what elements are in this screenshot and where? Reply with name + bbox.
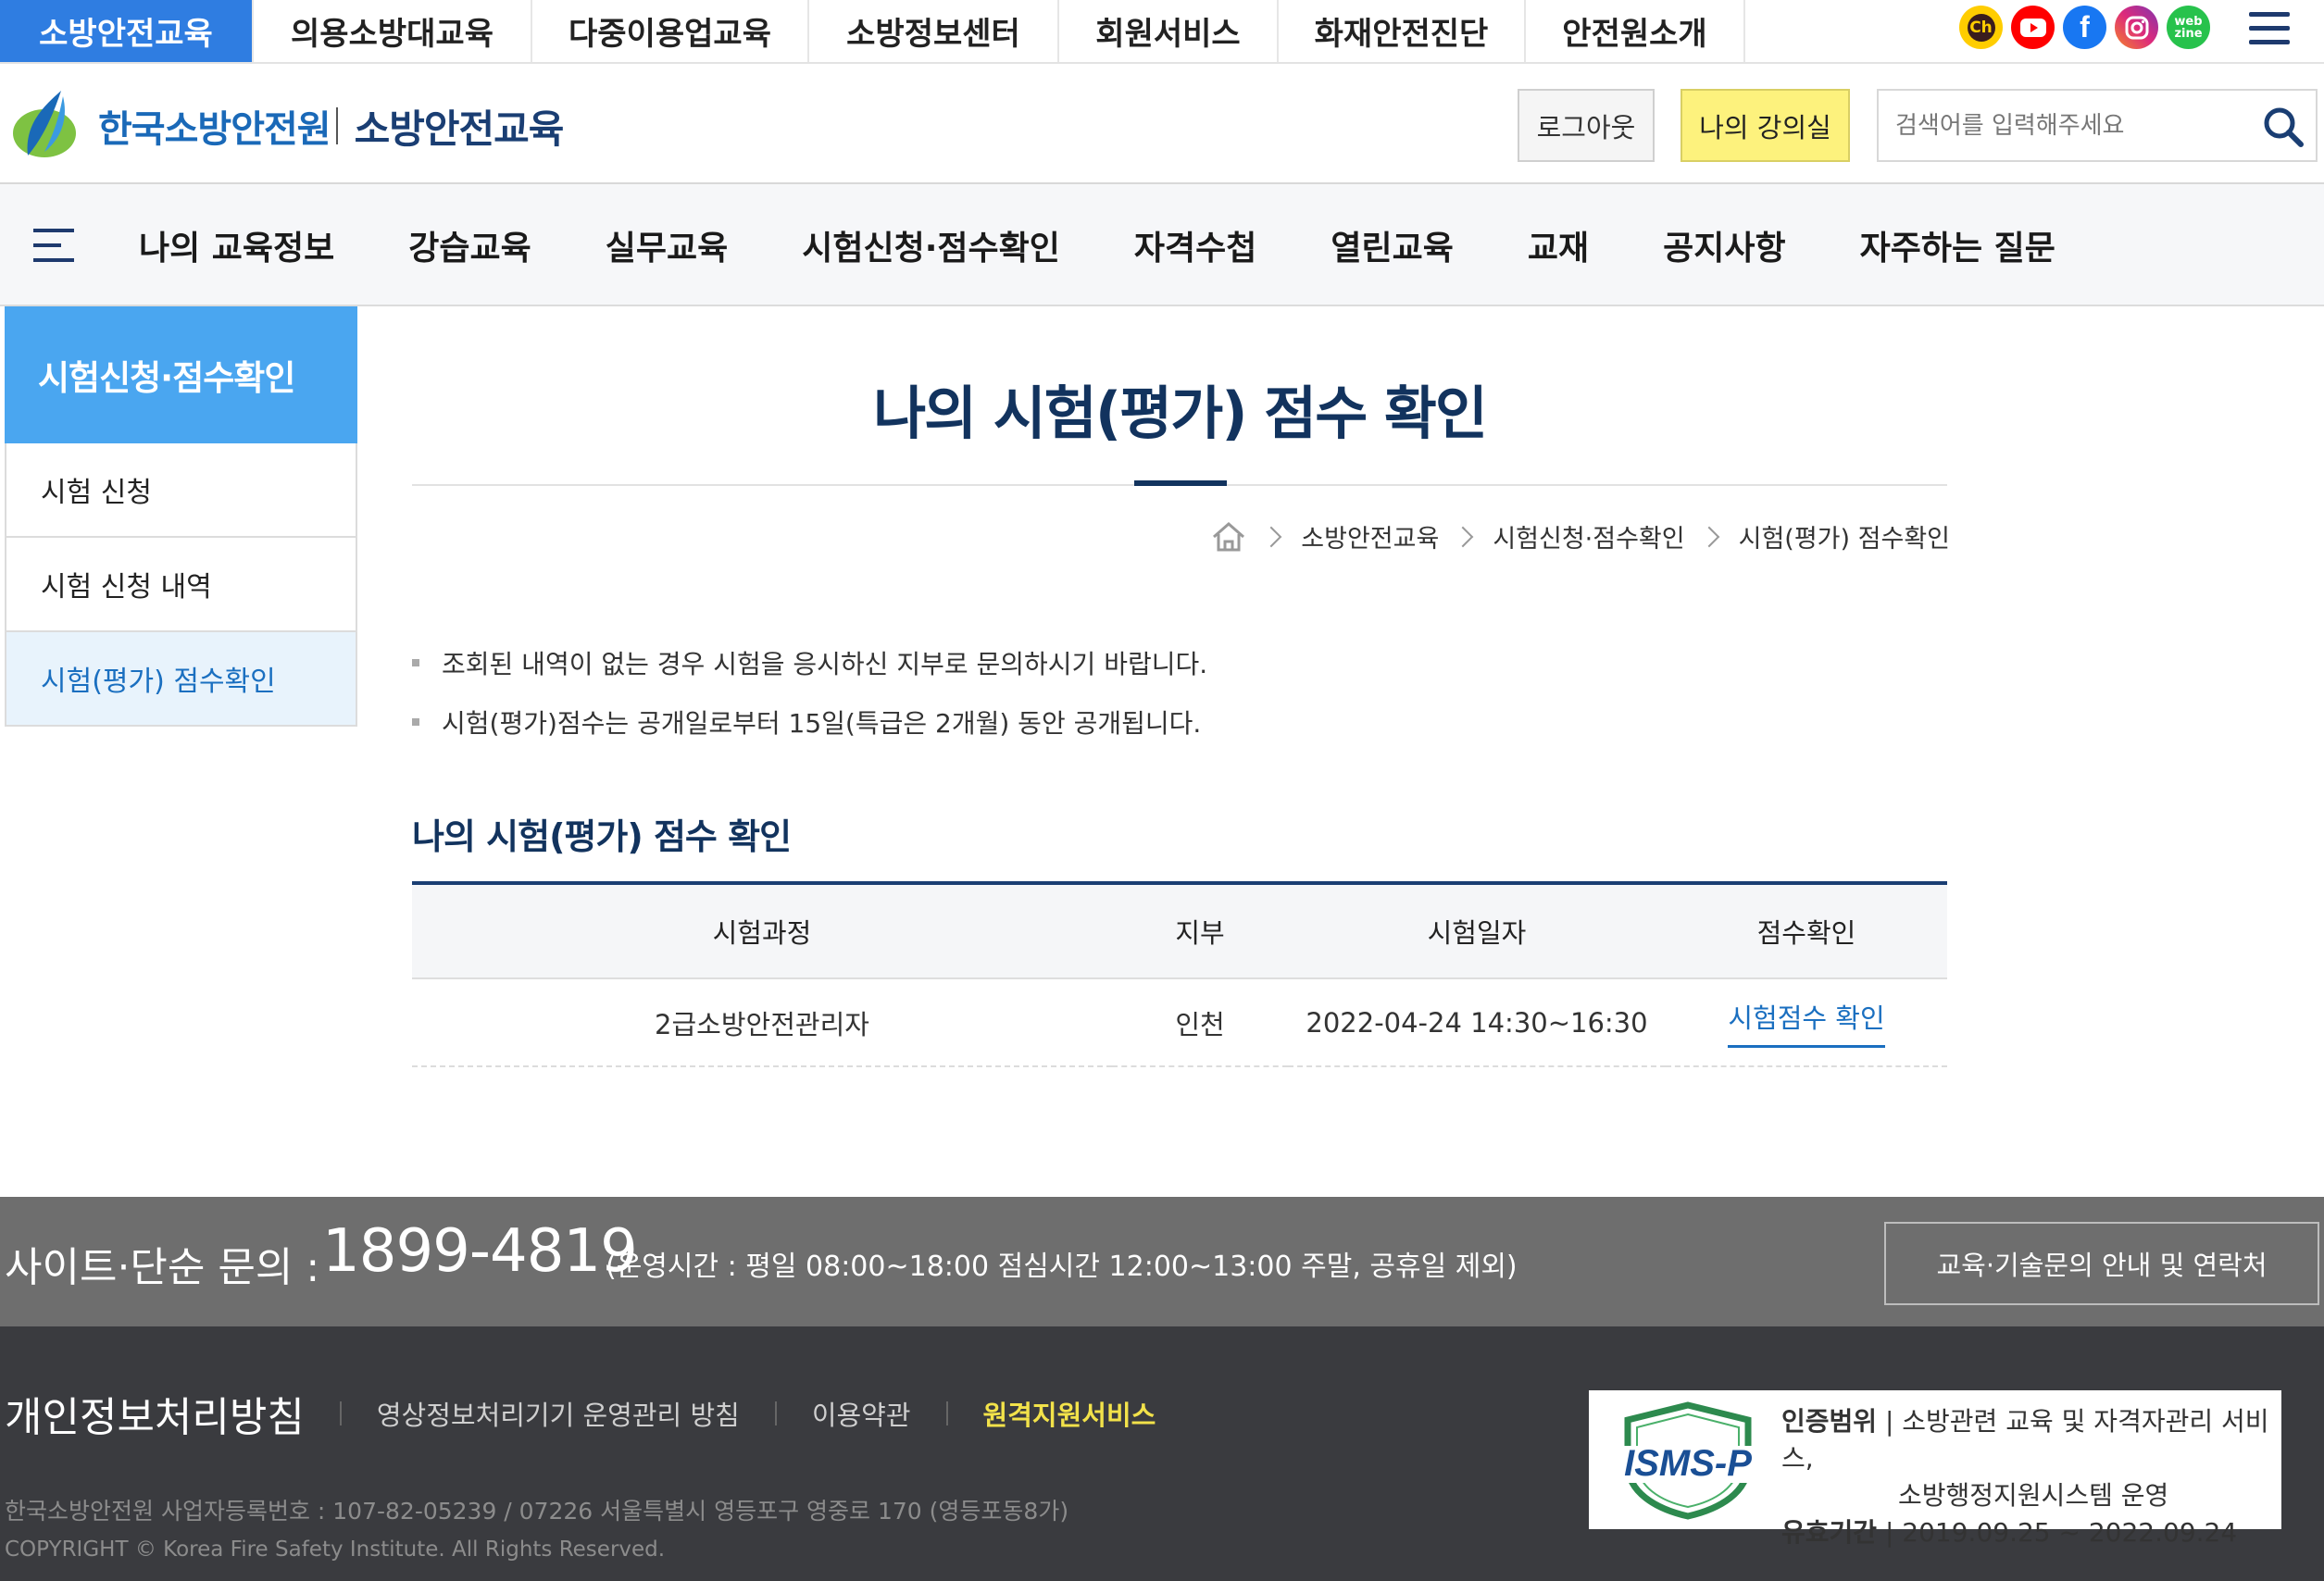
footer-link-divider <box>774 1401 777 1425</box>
bullet-icon <box>412 718 419 726</box>
breadcrumb-item[interactable]: 시험신청·점수확인 <box>1493 518 1684 554</box>
top-nav-multi-use-business-education[interactable]: 다중이용업교육 <box>532 0 809 62</box>
sidebar-item-exam-application-history[interactable]: 시험 신청 내역 <box>5 538 357 632</box>
isms-info: 인증범위 | 소방관련 교육 및 자격자관리 서비스, 소방행정지원시스템 운영… <box>1781 1406 2269 1548</box>
youtube-icon[interactable] <box>2011 6 2055 49</box>
gnb-qualification-book[interactable]: 자격수첩 <box>1134 221 1256 269</box>
gnb-open-education[interactable]: 열린교육 <box>1331 221 1453 269</box>
isms-period: 2019.09.25 ~ 2022.09.24 <box>1902 1517 2238 1548</box>
gnb-practical-course[interactable]: 실무교육 <box>606 221 728 269</box>
table-header-row: 시험과정 지부 시험일자 점수확인 <box>412 883 1947 978</box>
isms-certification: ISMS-P 인증범위 | 소방관련 교육 및 자격자관리 서비스, 소방행정지… <box>1589 1390 2281 1548</box>
chevron-right-icon <box>1698 526 1719 547</box>
logout-button[interactable]: 로그아웃 <box>1518 89 1655 162</box>
chevron-right-icon <box>1260 526 1282 547</box>
contact-hours: (운영시간 : 평일 08:00~18:00 점심시간 12:00~13:00 … <box>606 1251 1518 1283</box>
bullet-icon <box>412 659 419 666</box>
sidebar-item-exam-score[interactable]: 시험(평가) 점수확인 <box>5 632 357 727</box>
main-nav-items: 나의 교육정보 강습교육 실무교육 시험신청·점수확인 자격수첩 열린교육 교재… <box>139 184 2130 306</box>
cell-action: 시험점수 확인 <box>1666 978 1947 1066</box>
column-header-date: 시험일자 <box>1427 917 1527 949</box>
instagram-icon[interactable] <box>2115 6 2158 49</box>
footer-address: 한국소방안전원 사업자등록번호 : 107-82-05239 / 07226 서… <box>5 1498 1069 1525</box>
view-score-link[interactable]: 시험점수 확인 <box>1728 997 1885 1048</box>
gnb-training-course[interactable]: 강습교육 <box>408 221 531 269</box>
home-icon[interactable] <box>1210 521 1247 553</box>
kakao-channel-icon[interactable]: Ch <box>1959 6 2003 49</box>
footer-link-divider <box>339 1401 342 1425</box>
footer-link-remote-support[interactable]: 원격지원서비스 <box>983 1394 1156 1433</box>
footer-links: 개인정보처리방침 영상정보처리기기 운영관리 방침 이용약관 원격지원서비스 <box>5 1384 1156 1443</box>
table-row: 2급소방안전관리자 인천 2022-04-24 14:30~16:30 시험점수… <box>412 978 1947 1066</box>
breadcrumb-item[interactable]: 시험(평가) 점수확인 <box>1739 518 1950 554</box>
gnb-faq[interactable]: 자주하는 질문 <box>1860 221 2055 269</box>
footer-contact-bar: 사이트·단순 문의 : 1899-4819 (운영시간 : 평일 08:00~1… <box>0 1197 2324 1326</box>
sidebar-title: 시험신청·점수확인 <box>5 306 357 443</box>
breadcrumb-item[interactable]: 소방안전교육 <box>1301 518 1439 554</box>
cell-date: 2022-04-24 14:30~16:30 <box>1306 1006 1648 1039</box>
top-nav-fire-info-center[interactable]: 소방정보센터 <box>809 0 1059 62</box>
title-accent-bar <box>1134 480 1227 486</box>
notice-item: 조회된 내역이 없는 경우 시험을 응시하신 지부로 문의하시기 바랍니다. <box>412 644 1207 681</box>
contact-guide-button[interactable]: 교육·기술문의 안내 및 연락처 <box>1884 1222 2319 1305</box>
contact-label: 사이트·단순 문의 : <box>5 1244 320 1291</box>
footer-link-privacy-policy[interactable]: 개인정보처리방침 <box>5 1384 305 1443</box>
section-title: 나의 시험(평가) 점수 확인 <box>412 816 792 857</box>
sidebar-item-exam-application[interactable]: 시험 신청 <box>5 443 357 538</box>
facebook-icon[interactable]: f <box>2063 6 2106 49</box>
sidebar: 시험신청·점수확인 시험 신청 시험 신청 내역 시험(평가) 점수확인 <box>5 306 357 727</box>
top-nav-volunteer-fire-education[interactable]: 의용소방대교육 <box>254 0 532 62</box>
cell-branch: 인천 <box>1175 1008 1225 1040</box>
column-header-score: 점수확인 <box>1756 917 1856 949</box>
column-header-branch: 지부 <box>1175 917 1225 949</box>
top-nav-about[interactable]: 안전원소개 <box>1526 0 1745 62</box>
top-nav-fire-safety-diagnosis[interactable]: 화재안전진단 <box>1279 0 1526 62</box>
search-icon[interactable] <box>2260 104 2306 150</box>
isms-scope-line2: 소방행정지원시스템 운영 <box>1898 1480 2169 1511</box>
site-name: 소방안전교육 <box>354 106 565 152</box>
org-name: 한국소방안전원 <box>98 108 331 151</box>
top-nav-member-services[interactable]: 회원서비스 <box>1059 0 1279 62</box>
notice-text: 시험(평가)점수는 공개일로부터 15일(특급은 2개월) 동안 공개됩니다. <box>442 708 1202 739</box>
isms-badge-text: ISMS-P <box>1624 1443 1752 1484</box>
footer-link-cctv-policy[interactable]: 영상정보처리기기 운영관리 방침 <box>377 1394 740 1433</box>
top-nav-fire-safety-education[interactable]: 소방안전교육 <box>0 0 254 62</box>
menu-toggle-icon[interactable] <box>33 227 74 264</box>
isms-scope-label: 인증범위 <box>1781 1406 1878 1437</box>
kfsi-logo-icon <box>13 91 76 157</box>
top-bar: 소방안전교육 의용소방대교육 다중이용업교육 소방정보센터 회원서비스 화재안전… <box>0 0 2324 64</box>
breadcrumb: 소방안전교육 시험신청·점수확인 시험(평가) 점수확인 <box>1210 518 1950 554</box>
site-header: 한국소방안전원 소방안전교육 로그아웃 나의 강의실 <box>0 64 2324 184</box>
footer-copyright: COPYRIGHT © Korea Fire Safety Institute.… <box>5 1537 666 1562</box>
search-input[interactable] <box>1895 100 2247 152</box>
isms-period-label: 유효기간 <box>1781 1517 1878 1548</box>
gnb-notices[interactable]: 공지사항 <box>1663 221 1785 269</box>
score-table: 시험과정 지부 시험일자 점수확인 2급소방안전관리자 인천 2022-04-2… <box>412 881 1947 1067</box>
search-box <box>1877 89 2318 162</box>
gnb-textbooks[interactable]: 교재 <box>1528 221 1589 269</box>
main-nav: 나의 교육정보 강습교육 실무교육 시험신청·점수확인 자격수첩 열린교육 교재… <box>0 184 2324 306</box>
notice-text: 조회된 내역이 없는 경우 시험을 응시하신 지부로 문의하시기 바랍니다. <box>442 649 1208 679</box>
gnb-exam-application-score[interactable]: 시험신청·점수확인 <box>802 221 1060 269</box>
notice-item: 시험(평가)점수는 공개일로부터 15일(특급은 2개월) 동안 공개됩니다. <box>412 703 1201 741</box>
logo-divider <box>335 107 338 144</box>
site-logo[interactable]: 한국소방안전원 소방안전교육 <box>7 84 565 168</box>
column-header-course: 시험과정 <box>712 917 812 949</box>
footer: 개인정보처리방침 영상정보처리기기 운영관리 방침 이용약관 원격지원서비스 한… <box>0 1326 2324 1581</box>
top-site-nav: 소방안전교육 의용소방대교육 다중이용업교육 소방정보센터 회원서비스 화재안전… <box>0 0 1745 62</box>
gnb-my-education-info[interactable]: 나의 교육정보 <box>139 221 334 269</box>
contact-phone: 1899-4819 <box>322 1217 638 1286</box>
webzine-icon[interactable]: web zine <box>2167 6 2210 49</box>
my-classroom-button[interactable]: 나의 강의실 <box>1681 89 1850 162</box>
footer-link-divider <box>945 1401 948 1425</box>
chevron-right-icon <box>1452 526 1474 547</box>
social-links: Ch f web zine <box>1959 6 2210 49</box>
all-menu-icon[interactable] <box>2247 6 2292 51</box>
isms-p-badge-icon: ISMS-P <box>1600 1400 1776 1520</box>
cell-course: 2급소방안전관리자 <box>655 1008 869 1040</box>
page-title: 나의 시험(평가) 점수 확인 <box>873 380 1488 447</box>
footer-link-terms[interactable]: 이용약관 <box>812 1394 911 1433</box>
